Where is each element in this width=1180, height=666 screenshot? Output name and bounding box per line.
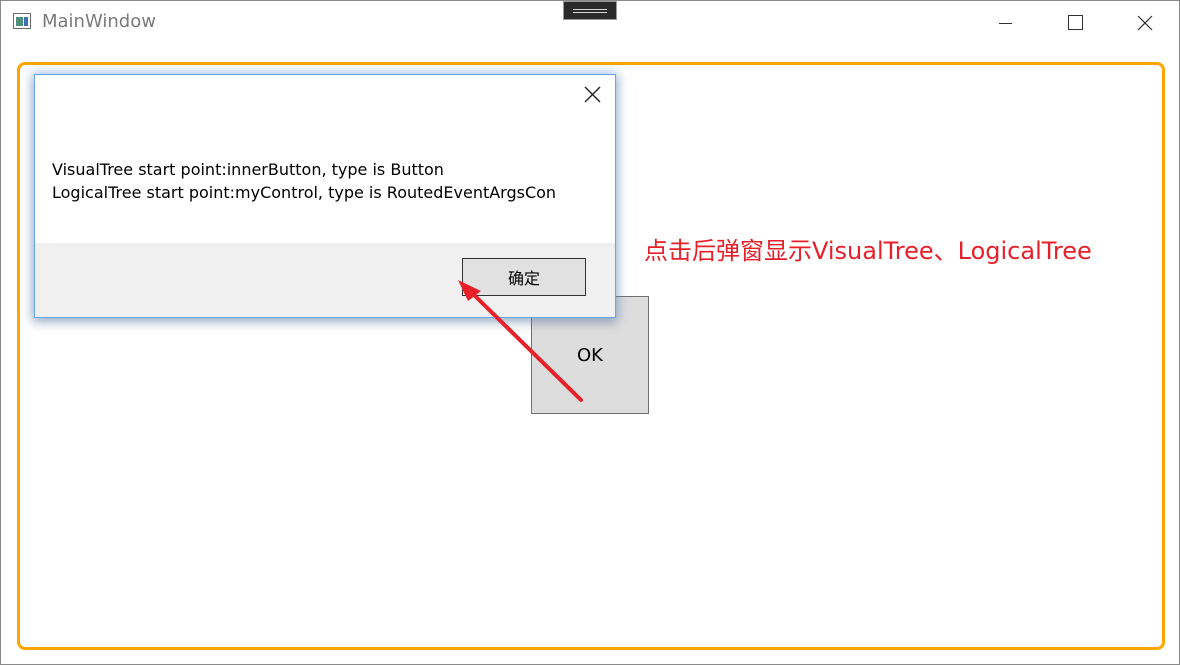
main-window: MainWindow OK 点击后弹窗显示VisualTree、LogicalT…	[0, 0, 1180, 665]
drag-handle[interactable]	[563, 1, 617, 20]
close-icon	[1137, 15, 1153, 31]
maximize-icon	[1068, 15, 1083, 30]
annotation-text: 点击后弹窗显示VisualTree、LogicalTree	[644, 237, 1092, 265]
minimize-icon	[999, 23, 1012, 24]
dialog-message-line-1: VisualTree start point:innerButton, type…	[52, 160, 444, 179]
dialog-footer: 确定	[35, 243, 615, 317]
maximize-button[interactable]	[1052, 1, 1098, 45]
dialog-message-line-2: LogicalTree start point:myControl, type …	[52, 183, 557, 202]
confirm-button[interactable]: 确定	[462, 258, 586, 296]
app-window-icon	[13, 13, 31, 29]
dialog-message: VisualTree start point:innerButton, type…	[52, 158, 556, 204]
message-box: VisualTree start point:innerButton, type…	[34, 74, 616, 318]
close-button[interactable]	[1122, 1, 1168, 45]
dialog-close-icon	[584, 86, 601, 103]
title-bar[interactable]: MainWindow	[1, 1, 1179, 45]
minimize-button[interactable]	[982, 1, 1028, 45]
window-title: MainWindow	[42, 11, 156, 32]
dialog-close-button[interactable]	[583, 85, 603, 105]
